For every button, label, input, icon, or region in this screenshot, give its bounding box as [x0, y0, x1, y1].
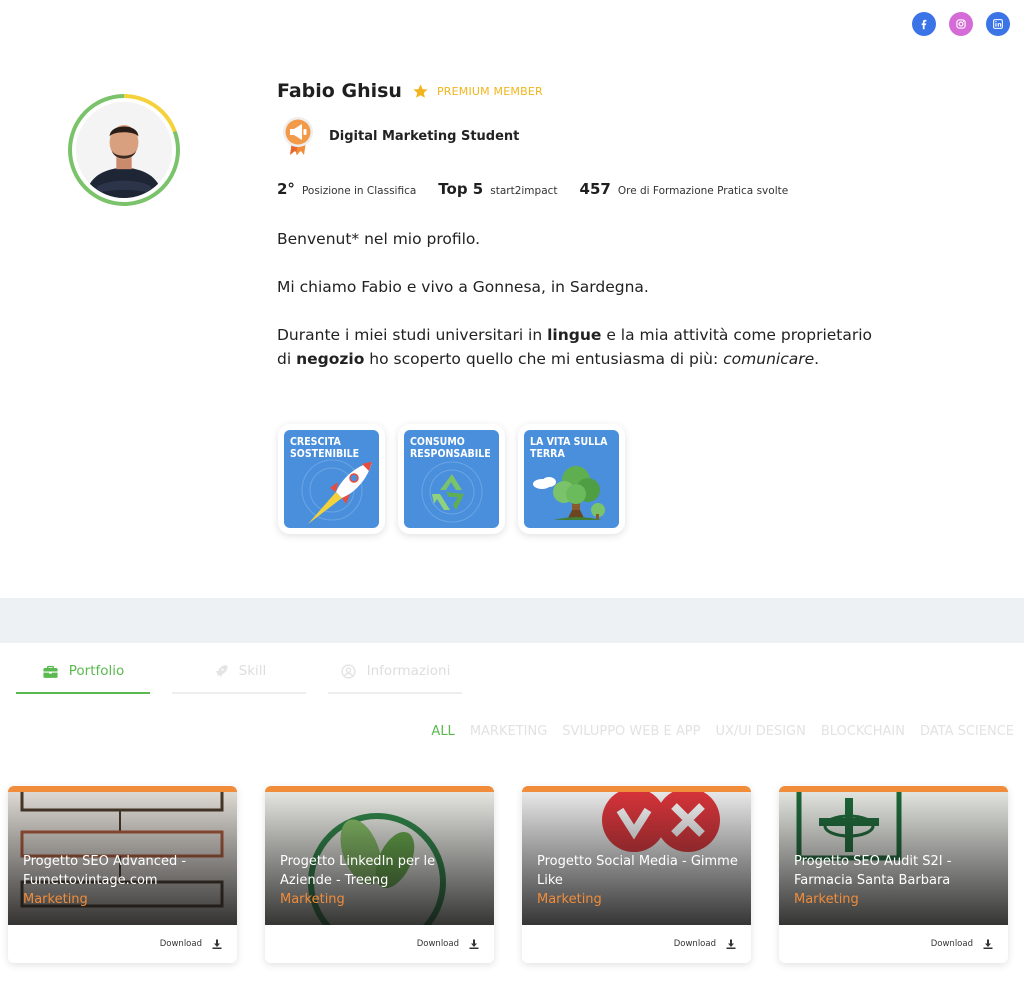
section-divider	[0, 598, 1024, 643]
project-thumbnail: Progetto LinkedIn per le Aziende - Treen…	[265, 786, 494, 925]
project-title: Progetto SEO Audit S2I - Farmacia Santa …	[794, 854, 952, 888]
badge-crescita-sostenibile[interactable]: CRESCITA SOSTENIBILE	[278, 424, 385, 534]
premium-badge: PREMIUM MEMBER	[436, 84, 543, 98]
briefcase-icon	[43, 665, 58, 678]
badge-title: CRESCITA SOSTENIBILE	[290, 436, 360, 460]
project-title: Progetto SEO Advanced - Fumettovintage.c…	[23, 854, 187, 888]
project-category: Marketing	[794, 892, 859, 907]
tab-label: Skill	[238, 663, 267, 679]
tab-label: Informazioni	[366, 663, 451, 679]
project-card[interactable]: Progetto Social Media - Gimme Like Marke…	[522, 786, 751, 963]
bio-paragraph: Benvenut* nel mio profilo.	[277, 230, 481, 248]
download-label: Download	[930, 939, 973, 949]
stat-label: Ore di Formazione Pratica svolte	[617, 185, 789, 197]
download-link[interactable]: Download	[265, 925, 494, 963]
instagram-icon[interactable]	[949, 12, 973, 36]
stat-value: 2°	[277, 180, 295, 198]
bio-paragraph: Durante i miei studi universitari in lin…	[277, 326, 873, 368]
project-thumbnail: Progetto SEO Audit S2I - Farmacia Santa …	[779, 786, 1008, 925]
role-title: Digital Marketing Student	[329, 128, 520, 144]
download-icon	[726, 939, 736, 949]
tab-skill[interactable]: Skill	[172, 650, 306, 694]
filter-data-science[interactable]: DATA SCIENCE	[920, 724, 1014, 739]
project-card[interactable]: Progetto LinkedIn per le Aziende - Treen…	[265, 786, 494, 963]
tab-informazioni[interactable]: Informazioni	[328, 650, 462, 694]
project-title: Progetto LinkedIn per le Aziende - Treen…	[280, 854, 436, 888]
filter-ux-ui[interactable]: UX/UI DESIGN	[715, 724, 805, 739]
stat-value: 457	[579, 180, 611, 198]
download-link[interactable]: Download	[522, 925, 751, 963]
portfolio-filters: ALL MARKETING SVILUPPO WEB E APP UX/UI D…	[431, 724, 1014, 739]
megaphone-medal-icon	[283, 117, 313, 155]
linkedin-icon[interactable]	[986, 12, 1010, 36]
download-icon	[983, 939, 993, 949]
social-links	[912, 12, 1010, 36]
badge-title: LA VITA SULLA TERRA	[530, 436, 608, 460]
filter-sviluppo-web[interactable]: SVILUPPO WEB E APP	[562, 724, 700, 739]
profile-name: Fabio Ghisu	[277, 80, 402, 102]
download-label: Download	[416, 939, 459, 949]
stat-label: start2impact	[490, 185, 558, 197]
bio-paragraph: Mi chiamo Fabio e vivo a Gonnesa, in Sar…	[277, 278, 649, 296]
project-thumbnail: Progetto SEO Advanced - Fumettovintage.c…	[8, 786, 237, 925]
project-category: Marketing	[23, 892, 88, 907]
profile-bio: Benvenut* nel mio profilo. Mi chiamo Fab…	[277, 227, 877, 395]
badge-vita-sulla-terra[interactable]: LA VITA SULLA TERRA	[518, 424, 625, 534]
project-grid: Progetto SEO Advanced - Fumettovintage.c…	[8, 786, 1008, 963]
filter-blockchain[interactable]: BLOCKCHAIN	[821, 724, 905, 739]
profile-header: Fabio Ghisu PREMIUM MEMBER	[277, 80, 543, 102]
project-title: Progetto Social Media - Gimme Like	[537, 854, 738, 888]
star-icon	[413, 83, 428, 98]
facebook-icon[interactable]	[912, 12, 936, 36]
download-label: Download	[673, 939, 716, 949]
avatar	[68, 94, 180, 206]
project-card[interactable]: Progetto SEO Advanced - Fumettovintage.c…	[8, 786, 237, 963]
filter-all[interactable]: ALL	[431, 724, 454, 739]
download-link[interactable]: Download	[779, 925, 1008, 963]
project-category: Marketing	[537, 892, 602, 907]
rocket-icon	[215, 664, 228, 677]
badge-title: CONSUMO RESPONSABILE	[410, 436, 491, 460]
download-label: Download	[159, 939, 202, 949]
stat-label: Posizione in Classifica	[301, 185, 417, 197]
project-card[interactable]: Progetto SEO Audit S2I - Farmacia Santa …	[779, 786, 1008, 963]
filter-marketing[interactable]: MARKETING	[470, 724, 547, 739]
profile-tabs: Portfolio Skill Informazioni	[16, 650, 462, 694]
badge-consumo-responsabile[interactable]: CONSUMO RESPONSABILE	[398, 424, 505, 534]
project-category: Marketing	[280, 892, 345, 907]
sdg-badges: CRESCITA SOSTENIBILE CONSUMO RESPONSABIL…	[278, 424, 625, 534]
profile-photo	[76, 102, 172, 198]
tab-portfolio[interactable]: Portfolio	[16, 650, 150, 694]
user-icon	[341, 663, 356, 679]
profile-stats: 2° Posizione in Classifica Top 5 start2i…	[277, 180, 810, 198]
download-icon	[212, 939, 222, 949]
stat-value: Top 5	[438, 180, 484, 198]
download-link[interactable]: Download	[8, 925, 237, 963]
project-thumbnail: Progetto Social Media - Gimme Like Marke…	[522, 786, 751, 925]
download-icon	[469, 939, 479, 949]
role-row: Digital Marketing Student	[279, 115, 519, 157]
tab-label: Portfolio	[68, 663, 125, 679]
